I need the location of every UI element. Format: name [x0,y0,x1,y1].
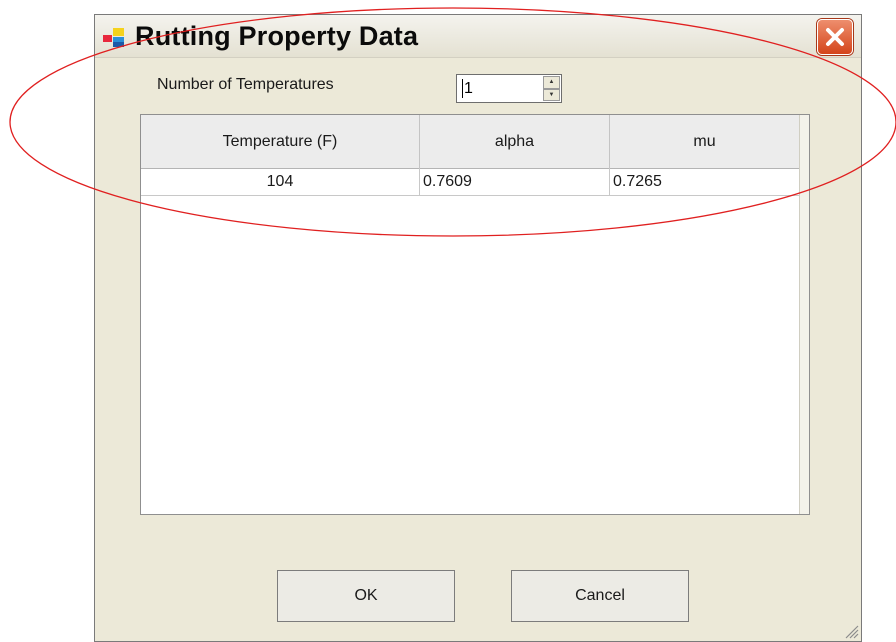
property-data-grid[interactable]: Temperature (F) alpha mu 104 0.7609 0.72… [140,114,810,515]
grid-scrollbar[interactable] [799,115,809,514]
spinner-down-button[interactable]: ▼ [543,88,560,101]
rutting-property-dialog: Rutting Property Data Number of Temperat… [94,14,862,642]
ok-button[interactable]: OK [277,570,455,622]
cell-alpha[interactable]: 0.7609 [420,168,610,195]
arrow-up-icon: ▲ [548,79,555,86]
cell-temperature[interactable]: 104 [141,168,420,195]
close-x-icon [826,28,844,46]
cancel-button[interactable]: Cancel [511,570,689,622]
arrow-down-icon: ▼ [548,91,555,98]
table-row[interactable]: 104 0.7609 0.7265 [141,168,800,196]
number-of-temperatures-spinner[interactable]: 1 ▲ ▼ [456,74,562,103]
column-header-mu[interactable]: mu [610,115,800,168]
window-title: Rutting Property Data [135,21,419,51]
resize-grip-icon[interactable] [841,621,859,639]
cell-mu[interactable]: 0.7265 [610,168,800,195]
app-icon [103,28,125,48]
spinner-up-button[interactable]: ▲ [543,76,560,89]
column-header-alpha[interactable]: alpha [420,115,610,168]
number-of-temperatures-label: Number of Temperatures [157,76,334,93]
grid-header: Temperature (F) alpha mu [141,115,800,169]
spinner-buttons: ▲ ▼ [543,76,560,101]
column-header-temperature[interactable]: Temperature (F) [141,115,420,168]
close-button[interactable] [817,19,853,55]
title-bar[interactable]: Rutting Property Data [95,15,861,58]
number-of-temperatures-value[interactable]: 1 [462,79,473,98]
